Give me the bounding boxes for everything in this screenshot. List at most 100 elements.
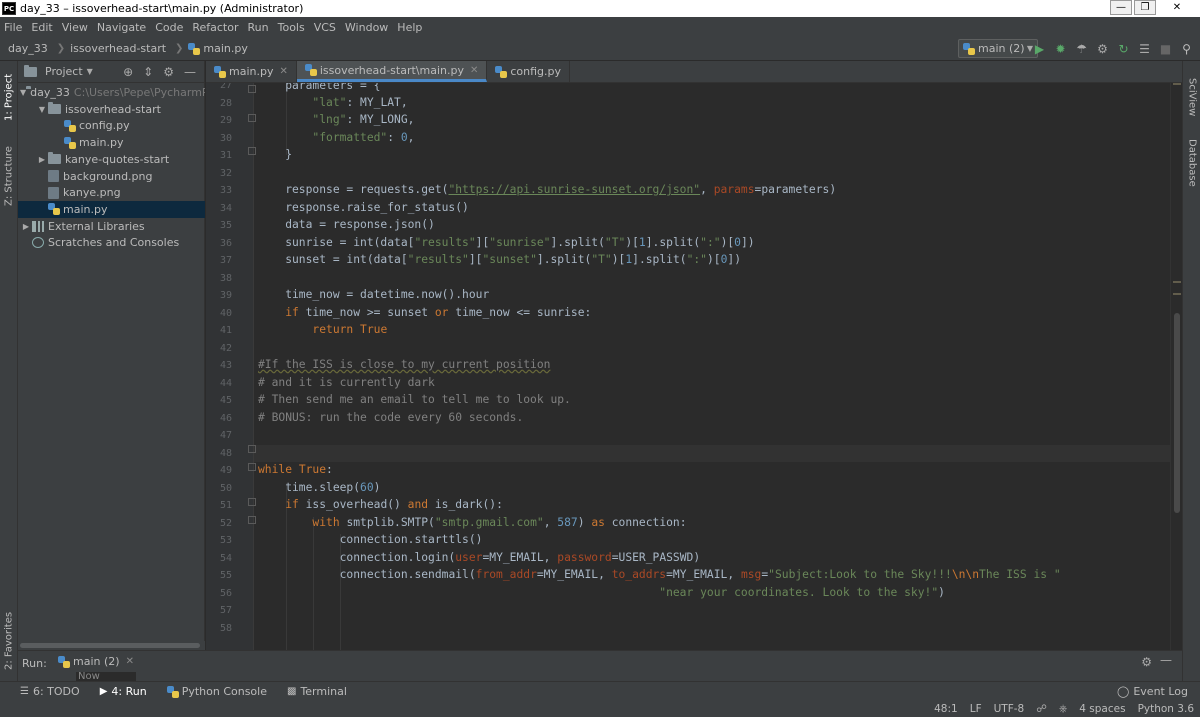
tab-database[interactable]: Database [1183, 133, 1200, 193]
fold-marker-icon[interactable] [248, 463, 256, 471]
close-tab-icon[interactable]: ✕ [126, 656, 134, 667]
menu-window[interactable]: Window [345, 21, 388, 34]
tree-item[interactable]: config.py [18, 117, 205, 134]
minimize-button[interactable]: — [1110, 0, 1132, 15]
fold-marker-icon[interactable] [248, 114, 256, 122]
stop-icon[interactable]: ■ [1158, 42, 1173, 57]
chevron-down-icon[interactable]: ▼ [36, 105, 48, 114]
code-editor[interactable]: 27 28 29 30 31 32 33 34 35 36 37 38 39 40 41 42 43 44 45 46… [206, 83, 1182, 650]
scrollbar-thumb[interactable] [20, 643, 200, 648]
lock-icon[interactable]: ☍ [1036, 703, 1047, 715]
indent-setting[interactable]: 4 spaces [1079, 703, 1125, 715]
tree-item[interactable]: ▼ day_33 C:\Users\Pepe\PycharmPr [18, 84, 205, 101]
code-line: connection.starttls() [339, 533, 483, 546]
run-panel-tab[interactable]: main (2) ✕ [58, 655, 134, 668]
tree-item[interactable]: main.py [18, 200, 205, 218]
project-view-select[interactable]: Project [45, 65, 83, 78]
close-button[interactable]: ✕ [1158, 0, 1196, 15]
close-tab-icon[interactable]: ✕ [470, 65, 478, 76]
close-tab-icon[interactable]: ✕ [279, 66, 287, 77]
debug-icon[interactable]: ✹ [1053, 42, 1068, 57]
breadcrumb-file[interactable]: main.py [188, 42, 248, 55]
fold-marker-icon[interactable] [248, 498, 256, 506]
menu-vcs[interactable]: VCS [314, 21, 336, 34]
gear-icon[interactable]: ⚙ [163, 65, 174, 79]
menu-help[interactable]: Help [397, 21, 422, 34]
breadcrumb-folder[interactable]: issoverhead-start [70, 42, 166, 55]
editor-tab-main[interactable]: main.py ✕ [206, 61, 297, 82]
chevron-down-icon[interactable]: ▼ [87, 67, 93, 76]
chevron-right-icon[interactable]: ▶ [36, 155, 48, 164]
chevron-right-icon[interactable]: ▶ [20, 222, 32, 231]
event-log-label: Event Log [1133, 685, 1188, 698]
menu-view[interactable]: View [62, 21, 88, 34]
hide-panel-icon[interactable]: — [184, 65, 196, 79]
tree-item[interactable]: ▶ kanye-quotes-start [18, 151, 205, 168]
collapse-all-icon[interactable]: ⇕ [143, 65, 153, 79]
line-number: 54 [219, 552, 232, 564]
tab-project[interactable]: 1: Project [0, 67, 18, 127]
chevron-down-icon[interactable]: ▼ [20, 88, 26, 97]
editor-vertical-scrollbar[interactable] [1170, 83, 1182, 650]
tree-item[interactable]: kanye.png [18, 184, 205, 201]
run-icon[interactable]: ▶ [1032, 42, 1047, 57]
concurrency-diagram-icon[interactable]: ↻ [1116, 42, 1131, 57]
run-configuration-select[interactable]: main (2) ▼ [958, 39, 1038, 58]
folder-icon [48, 152, 61, 165]
git-icon[interactable]: ⎈ [1059, 703, 1067, 716]
menu-run[interactable]: Run [248, 21, 269, 34]
tab-favorites[interactable]: 2: Favorites [0, 606, 18, 676]
project-folder-icon [24, 64, 37, 77]
line-number: 47 [219, 430, 232, 441]
current-line-highlight [254, 445, 1182, 462]
profile-icon[interactable]: ⚙ [1095, 42, 1110, 57]
line-number: 56 [219, 587, 232, 599]
python-interpreter[interactable]: Python 3.6 [1138, 703, 1194, 715]
tool-python-console[interactable]: Python Console [166, 685, 267, 698]
tree-item-label: issoverhead-start [65, 102, 161, 116]
tree-item[interactable]: main.py [18, 134, 205, 151]
run-with-coverage-icon[interactable]: ☂ [1074, 42, 1089, 57]
hide-panel-icon[interactable]: — [1160, 653, 1172, 667]
breadcrumb-project[interactable]: day_33 [8, 42, 48, 55]
locate-file-icon[interactable]: ⊕ [123, 65, 133, 79]
line-number: 45 [219, 395, 232, 406]
fold-marker-icon[interactable] [248, 147, 256, 155]
line-number: 28 [219, 97, 232, 109]
menu-tools[interactable]: Tools [278, 21, 305, 34]
tool-run[interactable]: ▶ 4: Run [100, 685, 147, 698]
restore-button[interactable]: ❐ [1134, 0, 1156, 15]
line-number: 52 [219, 517, 232, 529]
tool-label: 4: Run [111, 685, 147, 698]
tree-item[interactable]: ▼ issoverhead-start [18, 101, 205, 118]
menu-file[interactable]: File [4, 21, 22, 34]
gear-icon[interactable]: ⚙ [1141, 655, 1152, 669]
fold-marker-icon[interactable] [248, 516, 256, 524]
tree-item[interactable]: Scratches and Consoles [18, 234, 205, 251]
menu-code[interactable]: Code [155, 21, 183, 34]
menu-refactor[interactable]: Refactor [192, 21, 238, 34]
editor-tab-config[interactable]: config.py [487, 61, 571, 82]
project-horizontal-scrollbar[interactable] [18, 641, 205, 650]
tree-item[interactable]: background.png [18, 168, 205, 185]
line-separator[interactable]: LF [970, 703, 982, 715]
fold-marker-icon[interactable] [248, 85, 256, 93]
python-file-icon [64, 119, 76, 132]
tab-structure[interactable]: Z: Structure [0, 141, 18, 211]
build-icon[interactable]: ☰ [1137, 42, 1152, 57]
menu-edit[interactable]: Edit [31, 21, 52, 34]
menu-navigate[interactable]: Navigate [97, 21, 146, 34]
line-number: 34 [219, 202, 232, 214]
event-log-button[interactable]: ◯ Event Log [1117, 685, 1188, 698]
editor-tab-issoverhead-main[interactable]: issoverhead-start\main.py ✕ [296, 61, 488, 82]
tool-todo[interactable]: ☰ 6: TODO [20, 685, 80, 698]
scrollbar-thumb[interactable] [1174, 313, 1180, 513]
fold-marker-icon[interactable] [248, 445, 256, 453]
tree-item[interactable]: ▶ External Libraries [18, 218, 205, 235]
tab-sciview[interactable]: SciView [1183, 67, 1200, 127]
tool-terminal[interactable]: ▩ Terminal [287, 685, 347, 698]
search-icon[interactable]: ⚲ [1179, 42, 1194, 57]
file-encoding[interactable]: UTF-8 [994, 703, 1025, 715]
caret-position[interactable]: 48:1 [934, 703, 958, 715]
code-line: "lng": MY_LONG, [312, 113, 415, 126]
